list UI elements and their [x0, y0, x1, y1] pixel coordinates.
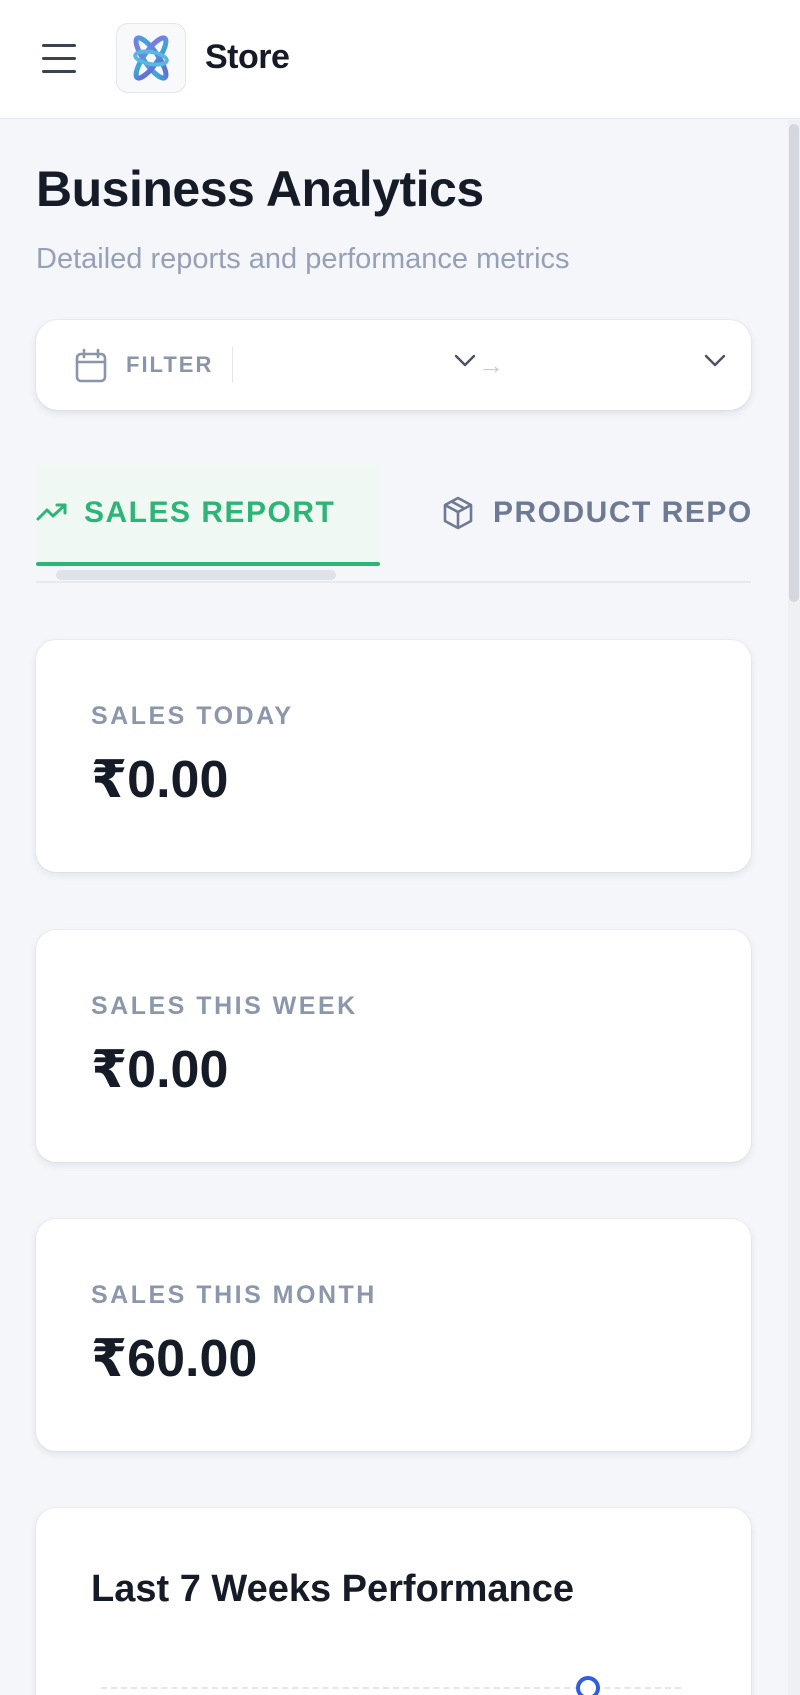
filter-divider [232, 347, 233, 383]
report-tabs: SALES REPORT PRODUCT REPO [36, 465, 751, 585]
chart-data-point[interactable] [576, 1676, 600, 1695]
date-range-arrow: → [478, 350, 504, 380]
page-subtitle: Detailed reports and performance metrics [36, 243, 570, 275]
tabs-divider [36, 581, 751, 583]
chevron-down-icon [454, 354, 476, 367]
sales-this-month-card: SALES THIS MONTH ₹60.00 [36, 1219, 751, 1451]
sales-today-card: SALES TODAY ₹0.00 [36, 640, 751, 872]
sales-this-month-value: ₹60.00 [91, 1330, 258, 1388]
tab-sales-report[interactable]: SALES REPORT [36, 465, 380, 566]
hamburger-menu-icon[interactable] [40, 40, 78, 78]
store-name: Store [205, 38, 290, 76]
start-date-select[interactable] [246, 340, 476, 390]
sales-this-week-value: ₹0.00 [91, 1041, 229, 1099]
package-icon [443, 496, 473, 530]
sales-this-month-label: SALES THIS MONTH [91, 1281, 377, 1309]
calendar-icon [75, 348, 107, 383]
date-filter-bar: FILTER → [36, 320, 751, 410]
performance-chart-card: Last 7 Weeks Performance [36, 1508, 751, 1695]
tab-sales-report-label: SALES REPORT [84, 496, 336, 529]
store-logo[interactable] [116, 23, 186, 93]
tabs-scrollbar[interactable] [56, 570, 336, 580]
sales-today-value: ₹0.00 [91, 751, 229, 809]
top-app-bar: Store [0, 0, 800, 119]
chevron-down-icon [704, 354, 726, 367]
store-logo-icon [133, 35, 169, 81]
sales-this-week-card: SALES THIS WEEK ₹0.00 [36, 930, 751, 1162]
page-title: Business Analytics [36, 161, 484, 217]
page-scrollbar-thumb[interactable] [789, 124, 799, 602]
filter-label: FILTER [126, 352, 214, 377]
end-date-select[interactable] [526, 340, 726, 390]
chart-title: Last 7 Weeks Performance [91, 1568, 574, 1610]
tab-product-report-label: PRODUCT REPO [493, 496, 751, 529]
sales-today-label: SALES TODAY [91, 702, 294, 730]
trending-up-icon [36, 503, 67, 521]
tab-product-report[interactable]: PRODUCT REPO [441, 465, 751, 565]
sales-this-week-label: SALES THIS WEEK [91, 992, 358, 1020]
active-tab-indicator [36, 562, 380, 566]
